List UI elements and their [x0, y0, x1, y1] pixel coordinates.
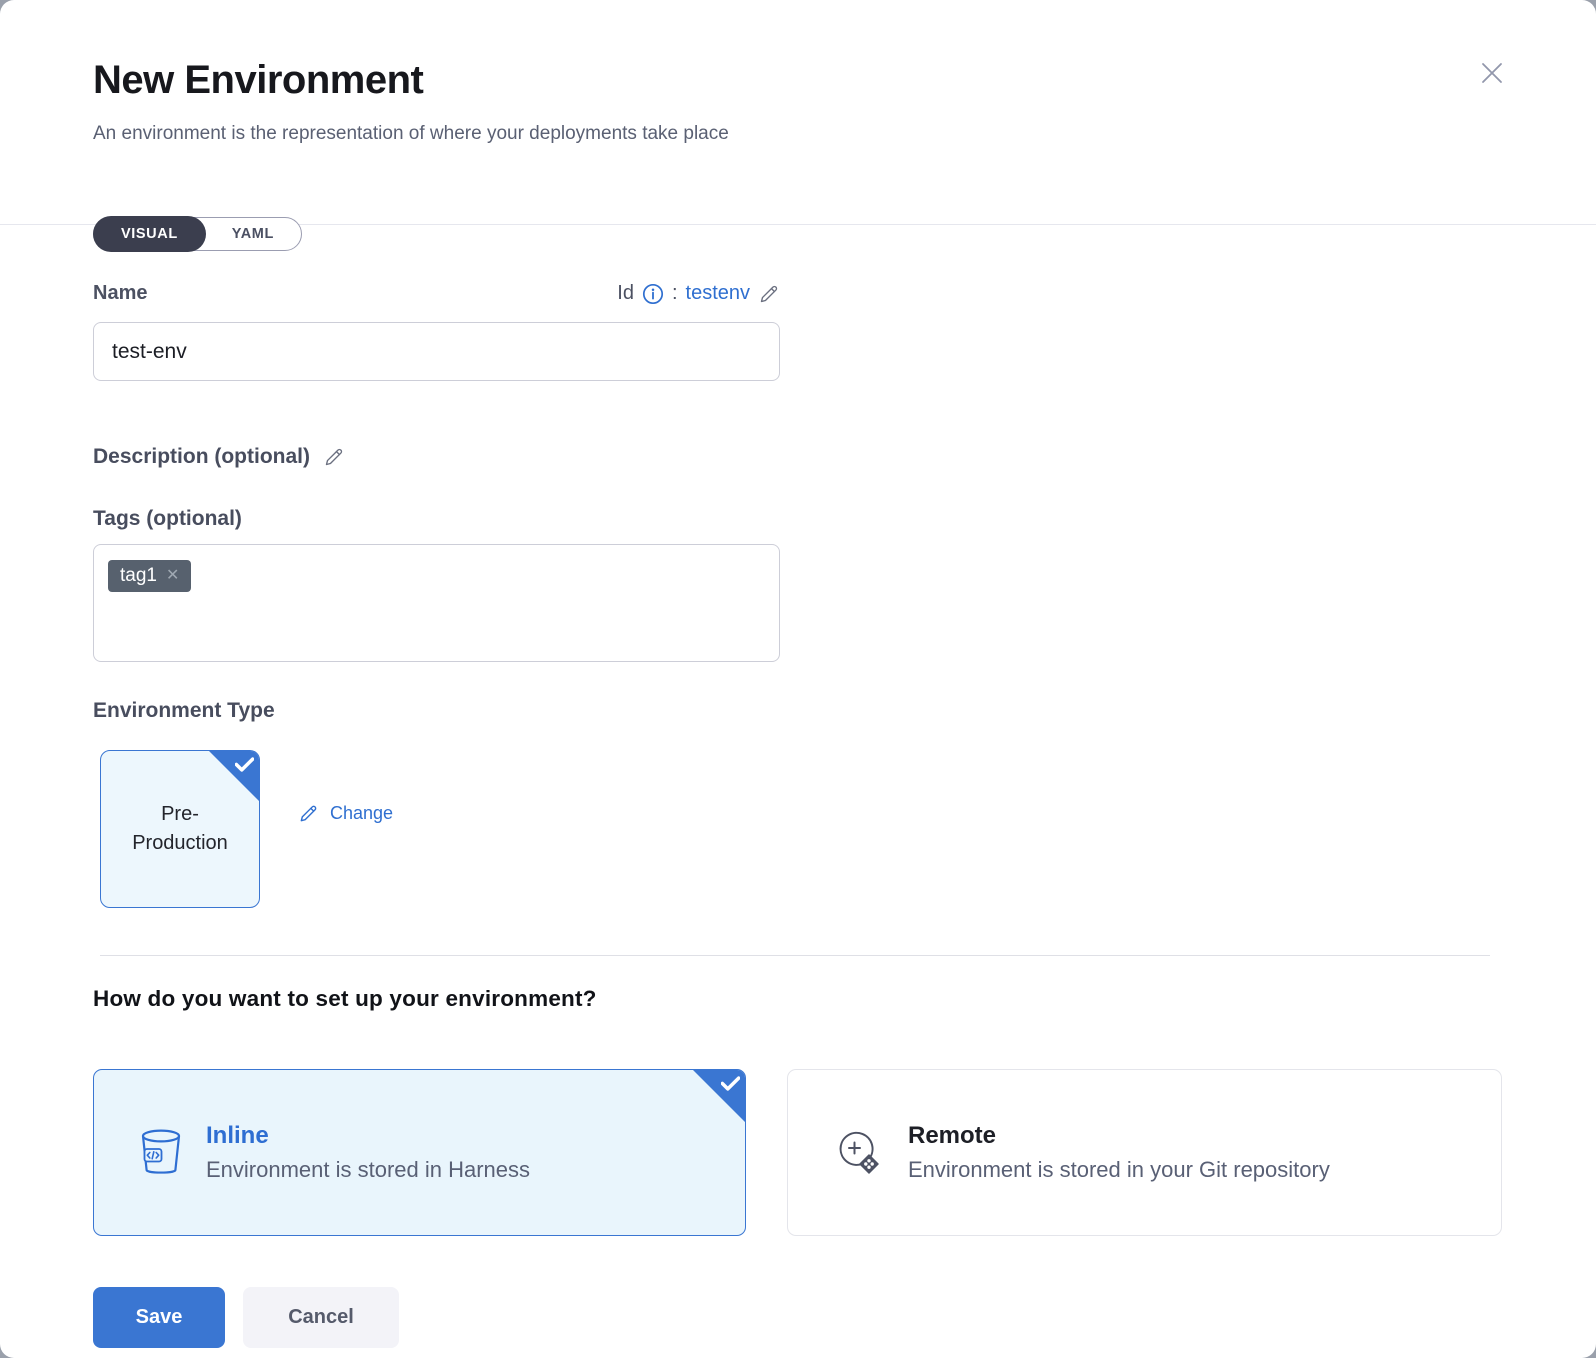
tab-visual[interactable]: VISUAL: [94, 217, 205, 251]
remote-option-title: Remote: [908, 1122, 1330, 1150]
change-label: Change: [330, 803, 393, 824]
inline-option-description: Environment is stored in Harness: [206, 1157, 530, 1183]
change-environment-type-link[interactable]: Change: [298, 803, 393, 824]
tab-yaml[interactable]: YAML: [205, 217, 301, 251]
environment-type-value: Pre-Production: [117, 800, 243, 858]
id-separator: :: [672, 282, 678, 305]
tag-chip: tag1 ✕: [108, 560, 191, 592]
new-environment-dialog: New Environment An environment is the re…: [0, 0, 1596, 1358]
description-label: Description (optional): [93, 445, 310, 469]
id-value-link[interactable]: testenv: [686, 282, 750, 305]
name-input[interactable]: [93, 322, 780, 381]
setup-heading: How do you want to set up your environme…: [93, 986, 1502, 1012]
visual-yaml-toggle: VISUAL YAML: [93, 217, 302, 251]
entity-id-row: Id : testenv: [617, 282, 780, 305]
tags-label: Tags (optional): [93, 507, 780, 531]
selected-check-corner: [692, 1069, 746, 1123]
close-icon: [1477, 58, 1507, 88]
environment-type-label: Environment Type: [93, 699, 780, 723]
edit-description-icon[interactable]: [323, 446, 345, 468]
save-button[interactable]: Save: [93, 1287, 225, 1348]
edit-pencil-icon: [298, 803, 319, 824]
dialog-body: VISUAL YAML Name Id : testenv: [0, 225, 1596, 1358]
inline-option-title: Inline: [206, 1122, 530, 1150]
remote-git-icon: [832, 1126, 886, 1180]
inline-option-card[interactable]: Inline Environment is stored in Harness: [93, 1069, 746, 1236]
environment-type-card[interactable]: Pre-Production: [100, 750, 260, 908]
id-label: Id: [617, 282, 634, 305]
remove-tag-icon[interactable]: ✕: [166, 568, 179, 584]
inline-storage-icon: [138, 1128, 184, 1178]
edit-id-icon[interactable]: [758, 283, 780, 305]
name-label: Name: [93, 282, 147, 305]
info-icon[interactable]: [642, 283, 664, 305]
remote-option-card[interactable]: Remote Environment is stored in your Git…: [787, 1069, 1502, 1236]
dialog-header: New Environment An environment is the re…: [0, 0, 1596, 225]
section-divider: [100, 955, 1490, 956]
page-title: New Environment: [93, 58, 1502, 103]
tag-chip-label: tag1: [120, 565, 157, 587]
dialog-subtitle: An environment is the representation of …: [93, 123, 1502, 145]
cancel-button[interactable]: Cancel: [243, 1287, 399, 1348]
selected-check-corner: [208, 750, 260, 802]
remote-option-description: Environment is stored in your Git reposi…: [908, 1157, 1330, 1183]
tags-input[interactable]: tag1 ✕: [93, 544, 780, 662]
close-button[interactable]: [1474, 55, 1510, 91]
